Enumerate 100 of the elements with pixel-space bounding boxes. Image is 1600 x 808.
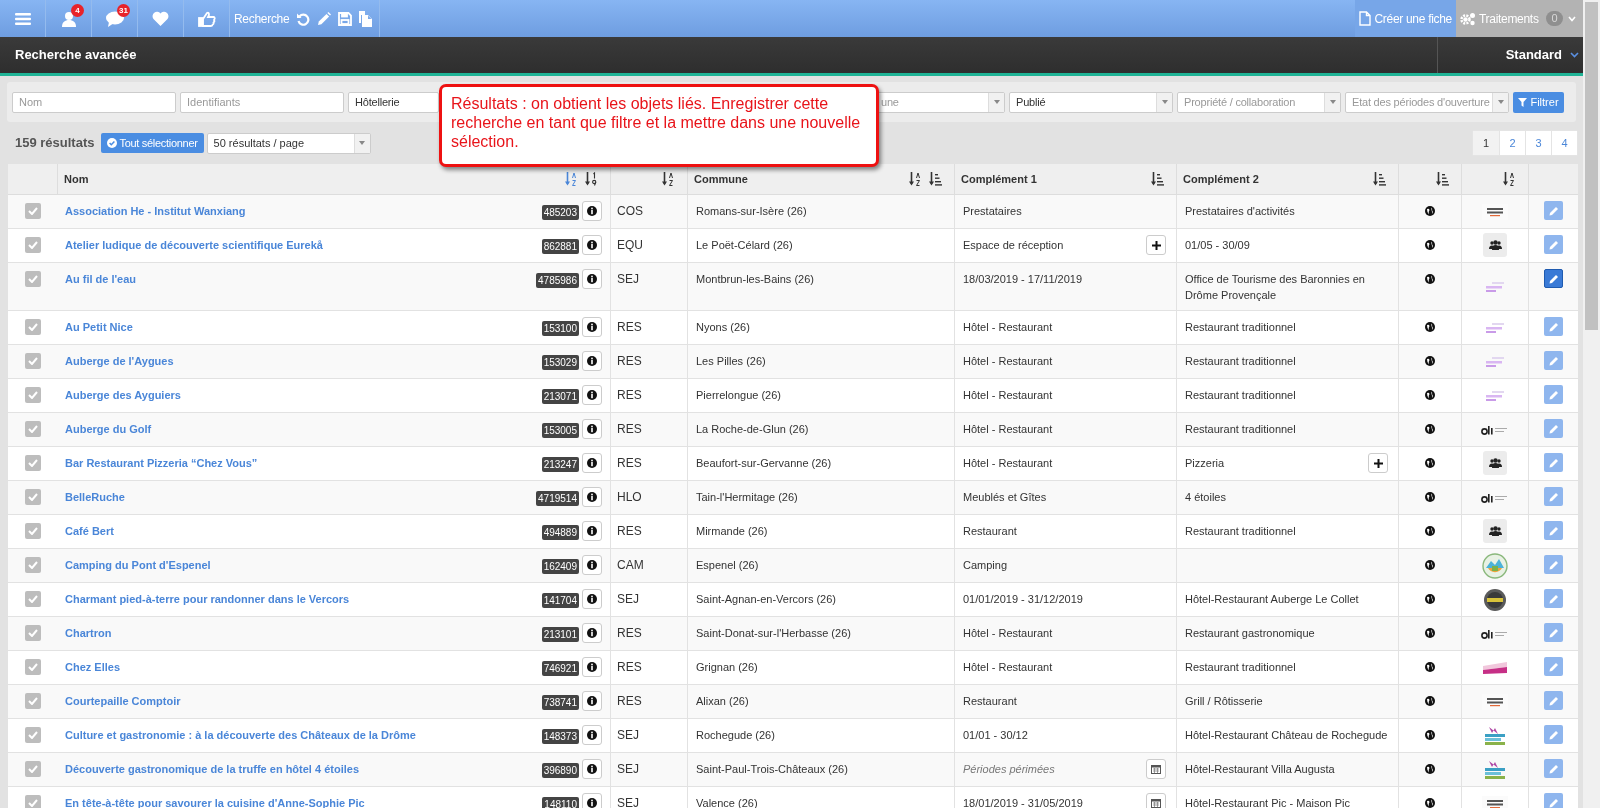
record-link[interactable]: Découverte gastronomique de la truffe en hôtel 4 étoiles bbox=[65, 761, 539, 777]
sort-bars-icon[interactable] bbox=[1151, 172, 1164, 186]
sort-bars-icon[interactable] bbox=[1436, 172, 1449, 186]
checkbox[interactable] bbox=[24, 795, 41, 808]
input-field[interactable]: Nom bbox=[12, 91, 176, 113]
info-button[interactable] bbox=[582, 657, 602, 677]
info-button[interactable] bbox=[582, 419, 602, 439]
info-button[interactable] bbox=[582, 589, 602, 609]
record-link[interactable]: Bar Restaurant Pizzeria “Chez Vous” bbox=[65, 455, 539, 471]
record-link[interactable]: Chez Elles bbox=[65, 659, 539, 675]
input-field[interactable]: Identifiants bbox=[180, 91, 344, 113]
globe-icon bbox=[1425, 492, 1435, 502]
checkbox[interactable] bbox=[24, 693, 41, 709]
menu-icon[interactable] bbox=[14, 11, 31, 26]
checkbox[interactable] bbox=[24, 625, 41, 641]
copy-icon[interactable] bbox=[359, 10, 374, 27]
select-all-button[interactable]: Tout sélectionner bbox=[100, 133, 204, 153]
record-link[interactable]: Association He - Institut Wanxiang bbox=[65, 203, 539, 219]
record-link[interactable]: Culture et gastronomie : à la découverte des Châteaux de la Drôme bbox=[65, 727, 539, 743]
sort-bars-icon[interactable] bbox=[929, 172, 942, 186]
page-button[interactable]: 4 bbox=[1551, 131, 1577, 155]
page-button[interactable]: 1 bbox=[1473, 131, 1499, 155]
checkbox[interactable] bbox=[24, 455, 41, 471]
checkbox[interactable] bbox=[24, 761, 41, 777]
checkbox[interactable] bbox=[24, 489, 41, 505]
checkbox[interactable] bbox=[24, 557, 41, 573]
scrollbar-thumb[interactable] bbox=[1585, 2, 1598, 330]
record-link[interactable]: Camping du Pont d'Espenel bbox=[65, 557, 539, 573]
record-link[interactable]: Auberge de l'Aygues bbox=[65, 353, 539, 369]
select-field[interactable]: Propriété / collaboration bbox=[1177, 91, 1341, 113]
pencil-icon bbox=[1548, 525, 1559, 536]
sort-numeric-icon[interactable] bbox=[585, 172, 598, 186]
complement-cell-text: Hôtel - Restaurant bbox=[963, 456, 1054, 471]
select-field[interactable]: Etat des périodes d'ouverture bbox=[1345, 91, 1509, 113]
select-field[interactable]: Publié bbox=[1009, 91, 1173, 113]
record-link[interactable]: BelleRuche bbox=[65, 489, 534, 505]
record-link[interactable]: Chartron bbox=[65, 625, 539, 641]
checkbox[interactable] bbox=[24, 319, 41, 335]
info-button[interactable] bbox=[582, 201, 602, 221]
globe-icon bbox=[1425, 730, 1435, 740]
logo bbox=[1483, 588, 1507, 612]
checkbox[interactable] bbox=[24, 353, 41, 369]
record-link[interactable]: Atelier ludique de découverte scientifique Eurekå bbox=[65, 237, 539, 253]
record-link[interactable]: Courtepaille Comptoir bbox=[65, 693, 539, 709]
treatments-button[interactable]: Traitements 0 bbox=[1456, 0, 1583, 37]
user-icon[interactable] bbox=[60, 10, 77, 27]
pencil-icon bbox=[1548, 239, 1559, 250]
info-button[interactable] bbox=[582, 555, 602, 575]
record-link[interactable]: Au fil de l'eau bbox=[65, 271, 534, 287]
pencil-icon bbox=[1548, 389, 1559, 400]
record-link[interactable]: Auberge du Golf bbox=[65, 421, 539, 437]
sort-alpha-icon[interactable] bbox=[909, 172, 922, 186]
checkbox[interactable] bbox=[24, 271, 41, 287]
thumbs-up-icon[interactable] bbox=[197, 10, 216, 27]
info-button[interactable] bbox=[582, 453, 602, 473]
create-record-button[interactable]: Créer une fiche bbox=[1355, 0, 1456, 37]
info-button[interactable] bbox=[582, 521, 602, 541]
undo-icon[interactable] bbox=[296, 11, 311, 26]
sort-alpha-icon[interactable] bbox=[1503, 172, 1516, 186]
info-button[interactable] bbox=[582, 269, 602, 289]
record-link[interactable]: Café Bert bbox=[65, 523, 539, 539]
info-button[interactable] bbox=[582, 793, 602, 808]
checkbox[interactable] bbox=[24, 387, 41, 403]
record-link[interactable]: Au Petit Nice bbox=[65, 319, 539, 335]
checkbox[interactable] bbox=[24, 523, 41, 539]
record-link[interactable]: Auberge des Ayguiers bbox=[65, 387, 539, 403]
checkbox[interactable] bbox=[24, 659, 41, 675]
checkbox[interactable] bbox=[24, 203, 41, 219]
checkbox[interactable] bbox=[24, 591, 41, 607]
id-badge: 862881 bbox=[541, 239, 579, 254]
heart-icon[interactable] bbox=[152, 11, 169, 26]
info-button[interactable] bbox=[582, 725, 602, 745]
checkbox[interactable] bbox=[24, 421, 41, 437]
select-field[interactable]: Hôtellerie bbox=[348, 91, 439, 113]
pencil-icon[interactable] bbox=[317, 11, 332, 26]
save-icon[interactable] bbox=[338, 11, 353, 26]
info-button[interactable] bbox=[582, 235, 602, 255]
info-button[interactable] bbox=[582, 623, 602, 643]
add-button[interactable] bbox=[1146, 235, 1166, 255]
record-link[interactable]: Charmant pied-à-terre pour randonner dans le Vercors bbox=[65, 591, 539, 607]
info-button[interactable] bbox=[582, 691, 602, 711]
calendar-button[interactable] bbox=[1146, 759, 1166, 779]
pencil-icon bbox=[1548, 627, 1559, 638]
add-button[interactable] bbox=[1368, 453, 1388, 473]
checkbox[interactable] bbox=[24, 237, 41, 253]
info-button[interactable] bbox=[582, 351, 602, 371]
scrollbar[interactable] bbox=[1583, 0, 1600, 808]
info-button[interactable] bbox=[582, 487, 602, 507]
info-icon bbox=[587, 240, 597, 250]
commune-cell-text: Mirmande (26) bbox=[696, 524, 768, 539]
checkbox[interactable] bbox=[24, 727, 41, 743]
sort-bars-icon[interactable] bbox=[1373, 172, 1386, 186]
page-size-select[interactable]: 50 résultats / page bbox=[206, 132, 371, 154]
filter-button[interactable]: Filtrer bbox=[1513, 91, 1564, 113]
edit-button[interactable] bbox=[1544, 269, 1563, 288]
calendar-button[interactable] bbox=[1146, 793, 1166, 808]
info-button[interactable] bbox=[582, 759, 602, 779]
sort-alpha-icon[interactable] bbox=[662, 172, 675, 186]
info-button[interactable] bbox=[582, 385, 602, 405]
info-button[interactable] bbox=[582, 317, 602, 337]
